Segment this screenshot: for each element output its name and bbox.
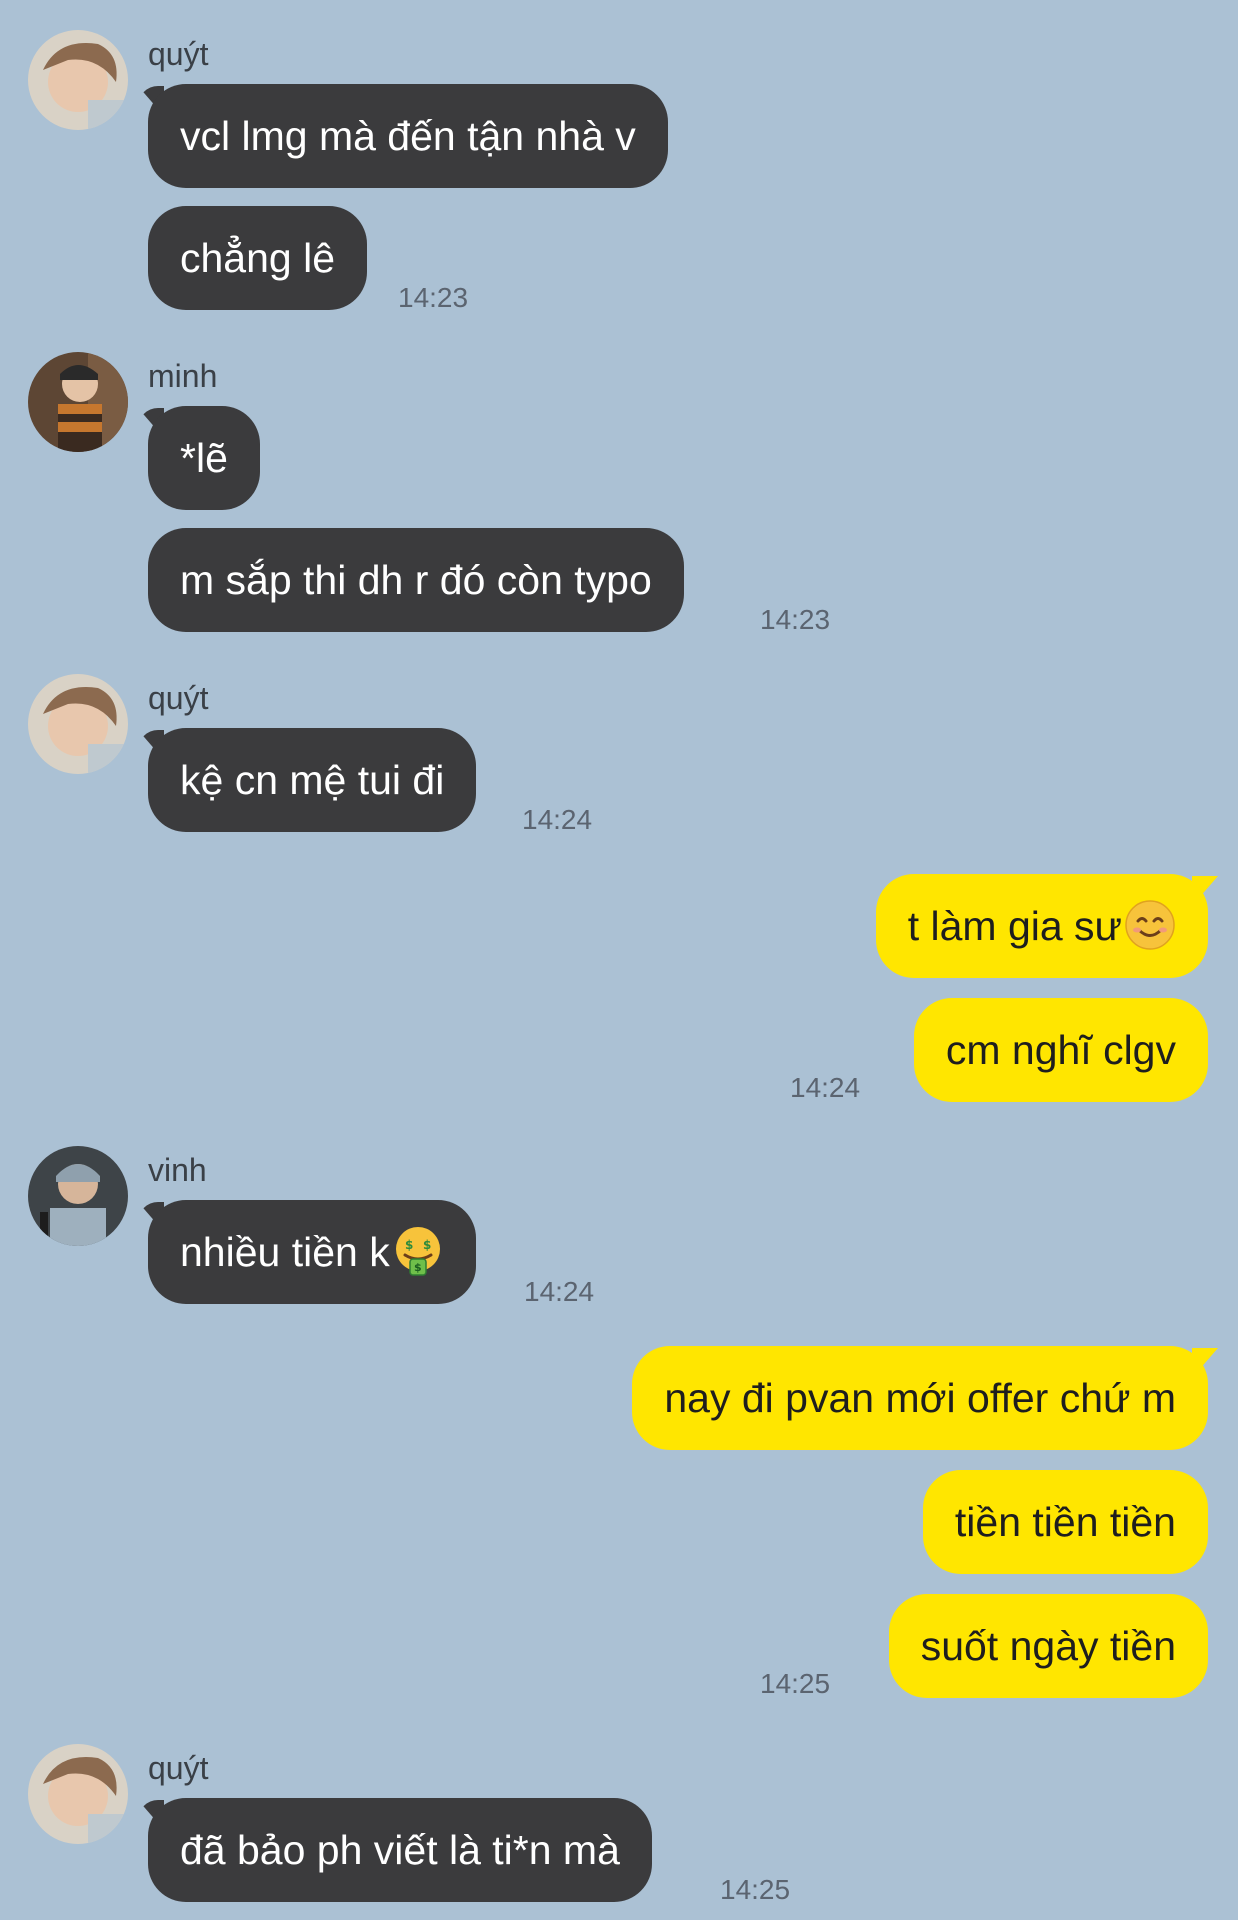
svg-text:$: $: [423, 1238, 431, 1252]
money-mouth-face-emoji-icon: $ $ $: [395, 1227, 440, 1276]
message-text: t làm gia sư: [907, 903, 1122, 949]
person-avatar-icon: [28, 30, 128, 130]
timestamp: 14:24: [522, 804, 593, 835]
avatar[interactable]: [28, 1744, 128, 1844]
avatar[interactable]: [28, 352, 128, 452]
message-bubble[interactable]: vcl lmg mà đến tận nhà v: [148, 84, 668, 188]
svg-text:$: $: [405, 1238, 413, 1252]
timestamp: 14:25: [760, 1668, 831, 1699]
message-bubble[interactable]: cm nghĩ clgv: [913, 998, 1208, 1102]
sender-name: vinh: [148, 1152, 207, 1188]
avatar[interactable]: [28, 1146, 128, 1246]
message-bubble[interactable]: *lẽ: [148, 406, 260, 510]
message-bubble[interactable]: đã bảo ph viết là ti*n mà: [148, 1798, 652, 1902]
person-avatar-icon: [28, 674, 128, 774]
person-avatar-icon: [28, 1146, 128, 1246]
sender-name: quýt: [148, 36, 209, 72]
message-bubble[interactable]: m sắp thi dh r đó còn typo: [148, 528, 684, 632]
person-avatar-icon: [28, 352, 128, 452]
message-bubble[interactable]: nay đi pvan mới offer chứ m: [632, 1346, 1208, 1450]
timestamp: 14:25: [720, 1874, 791, 1905]
smiling-face-emoji-icon: [1125, 900, 1175, 950]
sender-name: quýt: [148, 1750, 209, 1786]
message-bubble[interactable]: t làm gia sư: [875, 874, 1208, 978]
sender-name: minh: [148, 358, 218, 394]
chat-thread[interactable]: quýt vcl lmg mà đến tận nhà v chẳng lê 1…: [0, 0, 1238, 1920]
message-bubble[interactable]: kệ cn mệ tui đi: [148, 728, 477, 832]
person-avatar-icon: [28, 1744, 128, 1844]
message-bubble[interactable]: tiền tiền tiền: [922, 1470, 1208, 1574]
timestamp: 14:24: [524, 1276, 595, 1307]
message-bubble[interactable]: suốt ngày tiền: [888, 1594, 1208, 1698]
avatar[interactable]: [28, 674, 128, 774]
timestamp: 14:24: [790, 1072, 861, 1103]
sender-name: quýt: [148, 680, 209, 716]
message-bubble[interactable]: nhiều tiền k $ $ $: [148, 1200, 476, 1304]
timestamp: 14:23: [760, 604, 831, 635]
message-text: nhiều tiền k: [180, 1229, 390, 1275]
svg-text:$: $: [414, 1261, 422, 1274]
message-bubble[interactable]: chẳng lê: [148, 206, 368, 310]
avatar[interactable]: [28, 30, 128, 130]
timestamp: 14:23: [398, 282, 469, 313]
